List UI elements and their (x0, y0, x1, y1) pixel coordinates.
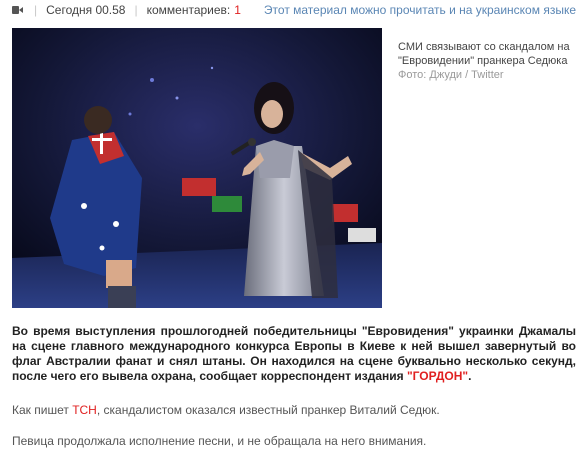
comments-label: комментариев: (146, 3, 231, 17)
lead-text: Во время выступления прошлогодней победи… (12, 324, 576, 383)
publish-date: Сегодня 00.58 (46, 3, 126, 17)
ukrainian-version-link[interactable]: Этот материал можно прочитать и на украи… (264, 0, 576, 20)
photo-credit: Фото: Джуди / Twitter (398, 69, 504, 81)
article-body: Во время выступления прошлогодней победи… (12, 324, 576, 449)
paragraph-text: Как пишет (12, 403, 73, 417)
video-camera-icon (12, 6, 23, 14)
tsn-source-link[interactable]: ТСН (72, 403, 97, 417)
caption-text: СМИ связывают со скандалом на "Евровиден… (398, 41, 570, 67)
article-meta-bar: | Сегодня 00.58 | комментариев: 1 Этот м… (0, 0, 584, 20)
paragraph-text: , скандалистом оказался известный пранке… (96, 403, 440, 417)
photo-caption: СМИ связывают со скандалом на "Евровиден… (398, 40, 574, 82)
divider: | (134, 3, 138, 17)
article-paragraph: Певица продолжала исполнение песни, и не… (12, 434, 427, 448)
article-photo (12, 28, 382, 308)
meta-left: | Сегодня 00.58 | комментариев: 1 (12, 0, 241, 20)
lead-text-end: . (468, 369, 472, 383)
article-paragraph: Как пишет ТСН, скандалистом оказался изв… (12, 403, 576, 418)
divider: | (34, 3, 38, 17)
comments-count-link[interactable]: 1 (234, 0, 241, 20)
stage-photo-illustration (12, 28, 382, 308)
gordon-source-link[interactable]: "ГОРДОН" (407, 369, 468, 383)
article-lead-paragraph: Во время выступления прошлогодней победи… (12, 324, 576, 384)
